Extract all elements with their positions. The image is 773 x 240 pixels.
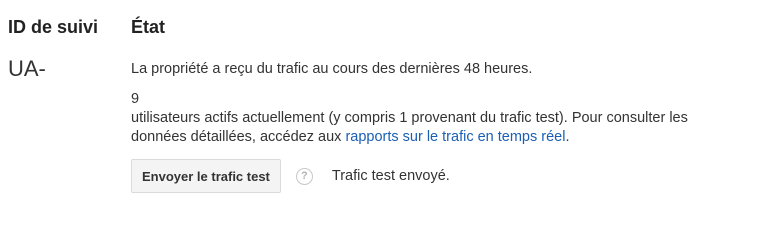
status-message: La propriété a reçu du trafic au cours d…	[131, 61, 533, 77]
send-test-traffic-button[interactable]: Envoyer le trafic test	[131, 159, 281, 193]
active-users-text: utilisateurs actifs actuellement (y comp…	[131, 110, 688, 126]
active-users-text-continued: données détaillées, accédez aux rapports…	[131, 128, 771, 147]
active-users-block: 9 utilisateurs actifs actuellement (y co…	[131, 90, 771, 147]
tracking-id-header: ID de suivi	[8, 17, 99, 37]
status-header: État	[131, 17, 166, 37]
active-users-count: 9	[131, 91, 140, 107]
test-traffic-sent-status: Trafic test envoyé.	[331, 168, 450, 184]
tracking-id-column: ID de suivi UA-	[8, 16, 124, 82]
details-text: données détaillées, accédez aux	[131, 129, 342, 145]
realtime-report-link[interactable]: rapports sur le trafic en temps réel	[345, 129, 565, 145]
test-traffic-actions: Envoyer le trafic test ? Trafic test env…	[131, 159, 771, 193]
status-column: État La propriété a reçu du trafic au co…	[131, 16, 771, 193]
tracking-id-value: UA-	[8, 56, 46, 81]
sentence-period: .	[565, 129, 570, 145]
help-icon[interactable]: ?	[295, 167, 313, 185]
